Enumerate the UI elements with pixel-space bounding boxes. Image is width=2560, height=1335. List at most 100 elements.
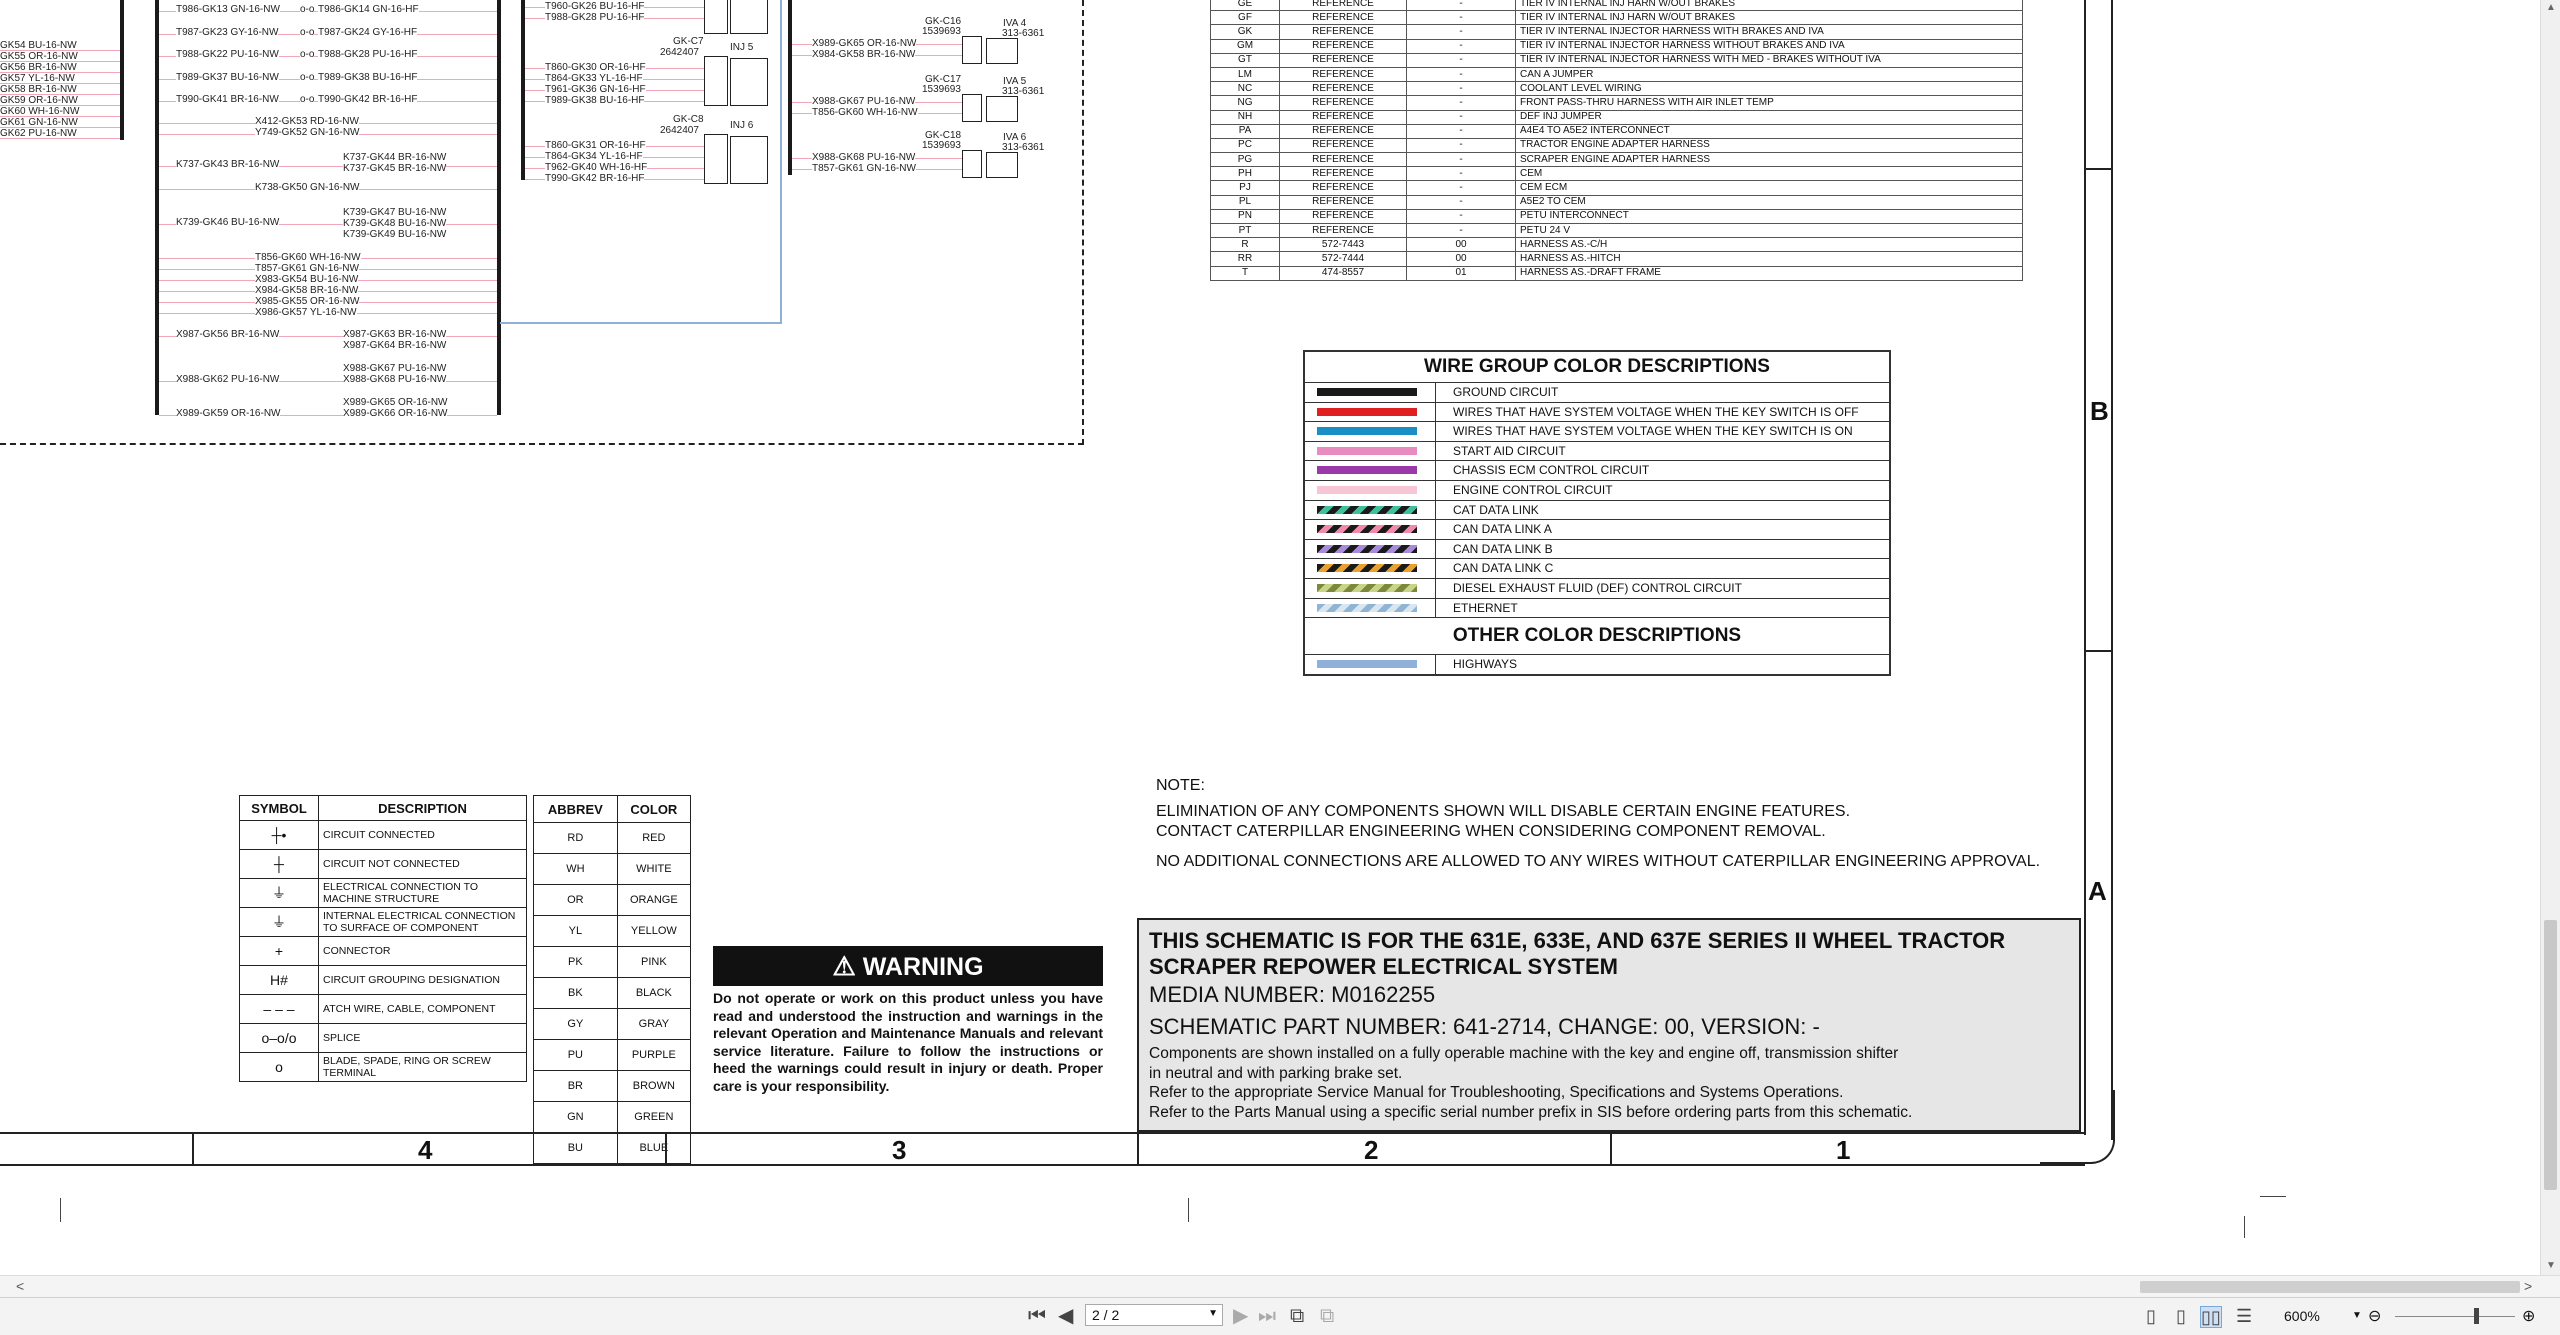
zoom-value[interactable]: 600% [2284, 1308, 2320, 1324]
scroll-down-arrow-icon[interactable]: ▼ [2546, 1260, 2556, 1271]
iva-connector-icon [962, 150, 982, 178]
schematic-canvas[interactable]: GK54 BU-16-NW GK55 OR-16-NW GK56 BR-16-NW G… [0, 0, 2540, 1275]
wire-label: X987-GK63 BR-16-NW [343, 329, 447, 340]
page-select[interactable]: 2 / 2 ▼ [1085, 1304, 1223, 1326]
swatch-divider [1435, 500, 1436, 520]
scroll-left-arrow-icon[interactable]: < [16, 1278, 24, 1294]
abbrev-code: RD [533, 822, 618, 854]
wire [0, 138, 120, 139]
single-page-view-icon[interactable]: ▯ [2146, 1306, 2156, 1326]
symbol-description: CIRCUIT NOT CONNECTED [318, 849, 527, 879]
reference-cell: - [1406, 222, 1516, 239]
other-color-title: OTHER COLOR DESCRIPTIONS [1305, 617, 1889, 654]
injector-name: INJ 5 [730, 42, 754, 53]
wire-label: X988-GK68 PU-16-NW [343, 374, 447, 385]
symbol-glyph: ⏚ [239, 878, 319, 908]
scroll-right-arrow-icon[interactable]: > [2524, 1278, 2532, 1294]
wire-group-row: CHASSIS ECM CONTROL CIRCUIT [1305, 460, 1889, 480]
wire-label: X989-GK59 OR-16-NW [176, 408, 281, 419]
symbol-glyph: – – – [239, 994, 319, 1024]
injector-wire-label: T989-GK38 BU-16-HF [545, 95, 645, 106]
zoom-slider-track[interactable] [2395, 1316, 2515, 1317]
iva-valve-icon [986, 38, 1018, 64]
col-div-3 [1137, 1134, 1139, 1164]
wire-group-row: START AID CIRCUIT [1305, 440, 1889, 461]
copy-page-icon[interactable]: ⧉ [1290, 1306, 1304, 1326]
first-page-icon[interactable]: ⏮ [1028, 1306, 1046, 1326]
reference-cell: TIER IV INTERNAL INJ HARN W/OUT BRAKES [1515, 10, 2023, 26]
reference-row: GK REFERENCE - TIER IV INTERNAL INJECTOR HA… [1210, 24, 2023, 40]
reference-cell: - [1406, 81, 1516, 97]
zoom-slider-handle[interactable] [2474, 1308, 2479, 1324]
scroll-up-arrow-icon[interactable]: ▲ [2546, 2, 2556, 13]
abbrev-table: ABBREV COLOR RD RED WH WHITE OR ORANGE YL YELLO… [533, 795, 692, 1164]
reference-cell: NC [1210, 81, 1280, 97]
symbol-row: o–o/o SPLICE [239, 1023, 527, 1053]
reference-cell: DEF INJ JUMPER [1515, 109, 2023, 125]
abbrev-code: OR [533, 884, 618, 916]
scroll-mode-icon[interactable]: ☰ [2236, 1306, 2252, 1326]
reference-table: GE REFERENCE - TIER IV INTERNAL INJ HARN W/… [1210, 0, 2023, 281]
injector-connector-icon [704, 0, 728, 34]
reference-cell: - [1406, 208, 1516, 225]
abbrev-row: GN GREEN [533, 1101, 692, 1133]
symbol-description: CIRCUIT GROUPING DESIGNATION [318, 965, 527, 995]
zoom-dropdown-chevron-down-icon[interactable]: ▼ [2352, 1310, 2362, 1321]
wire-group-label: CAN DATA LINK B [1453, 541, 1553, 556]
abbrev-table-wrap: ABBREV COLOR RD RED WH WHITE OR ORANGE YL YELLO… [533, 795, 692, 1164]
frame-outer-border [2111, 0, 2113, 1140]
zoom-out-icon[interactable]: ⊖ [2368, 1306, 2381, 1326]
crop-mark-3 [2244, 1216, 2245, 1238]
wire-group-title: WIRE GROUP COLOR DESCRIPTIONS [1424, 356, 1770, 377]
symbol-table: SYMBOL DESCRIPTION ┼• CIRCUIT CONNECTED ┼ C… [239, 795, 527, 1082]
wire-label: Y749-GK52 GN-16-NW [255, 127, 360, 138]
reference-cell: - [1406, 123, 1516, 139]
next-page-icon[interactable]: ▶ [1233, 1306, 1248, 1326]
reference-cell: REFERENCE [1279, 222, 1407, 239]
col-div-1 [192, 1134, 194, 1164]
reference-cell: REFERENCE [1279, 208, 1407, 225]
reference-cell: - [1406, 66, 1516, 83]
wire-label: T856-GK60 WH-16-NW [255, 252, 361, 263]
wire-color-swatch [1317, 466, 1417, 475]
note-heading: NOTE: [1156, 777, 1205, 794]
vertical-scroll-thumb[interactable] [2544, 920, 2557, 1190]
wire-group-row: CAN DATA LINK A [1305, 519, 1889, 539]
last-page-icon[interactable]: ⏭ [1258, 1306, 1276, 1326]
wire-group-row: WIRES THAT HAVE SYSTEM VOLTAGE WHEN THE … [1305, 421, 1889, 441]
wire-group-row: CAT DATA LINK [1305, 499, 1889, 520]
iva-valve-icon [986, 96, 1018, 122]
col-div-4 [1610, 1134, 1612, 1164]
reference-cell: T [1210, 265, 1280, 281]
reference-cell: REFERENCE [1279, 152, 1407, 168]
symbol-glyph: o–o/o [239, 1023, 319, 1053]
reference-cell: PETU INTERCONNECT [1515, 208, 2023, 225]
paste-page-icon[interactable]: ⧉ [1320, 1306, 1334, 1326]
reference-table-wrap: GE REFERENCE - TIER IV INTERNAL INJ HARN W/… [1210, 0, 2023, 281]
wire-group-label: WIRES THAT HAVE SYSTEM VOLTAGE WHEN THE … [1453, 404, 1859, 419]
reference-cell: HARNESS AS.-C/H [1515, 237, 2023, 253]
abbrev-color: BLACK [616, 977, 692, 1009]
iva-wire-label: X984-GK58 BR-16-NW [812, 49, 916, 60]
reference-cell: REFERENCE [1279, 66, 1407, 83]
continuous-view-icon[interactable]: ▯ [2176, 1306, 2186, 1326]
reference-cell: REFERENCE [1279, 180, 1407, 196]
wire-color-swatch [1317, 505, 1417, 514]
wire-group-label: ENGINE CONTROL CIRCUIT [1453, 482, 1613, 497]
swatch-divider [1435, 383, 1436, 402]
two-page-view-icon[interactable]: ▯▯ [2200, 1306, 2222, 1328]
wire-label: K739-GK48 BU-16-NW [343, 218, 447, 229]
vertical-scrollbar[interactable]: ▲ ▼ [2540, 0, 2560, 1275]
bus-bar-iva [788, 0, 792, 175]
reference-cell: 572-7444 [1279, 251, 1407, 267]
reference-row: NG REFERENCE - FRONT PASS-THRU HARNESS WITH… [1210, 95, 2023, 111]
iva-wire-label: X989-GK65 OR-16-NW [812, 38, 917, 49]
reference-row: PT REFERENCE - PETU 24 V [1210, 222, 2023, 239]
horizontal-scroll-thumb[interactable] [2140, 1281, 2520, 1293]
prev-page-icon[interactable]: ◀ [1058, 1306, 1073, 1326]
other-color-swatch [1317, 660, 1417, 669]
reference-cell: TIER IV INTERNAL INJECTOR HARNESS WITH M… [1515, 52, 2023, 68]
symbol-row: ⏚ ELECTRICAL CONNECTION TO MACHINE STRUCT… [239, 878, 527, 908]
zoom-in-icon[interactable]: ⊕ [2522, 1306, 2535, 1326]
horizontal-scrollbar[interactable]: < > [0, 1275, 2560, 1298]
